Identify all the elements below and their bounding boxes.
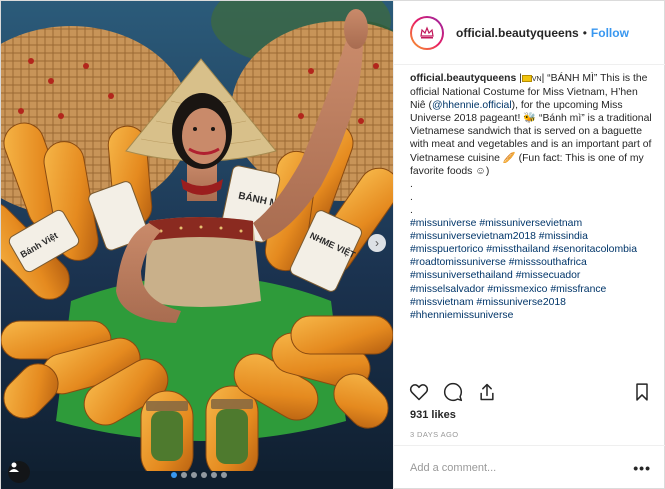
hashtag-link[interactable]: #misspuertorico [410,244,483,255]
header-username[interactable]: official.beautyqueens [456,26,579,40]
person-icon [9,462,19,472]
heart-icon [409,384,429,401]
mention-link[interactable]: @hhennie.official [432,100,512,111]
hashtag-link[interactable]: #misselsalvador [410,284,485,295]
hashtag-link[interactable]: #missmexico [487,284,547,295]
instagram-post: BÁNH MÌ NHME VIỆT Bánh Việt › official.b… [0,0,665,489]
hashtag-link[interactable]: #missuniversevietnam [479,218,582,229]
bookmark-icon [636,383,648,401]
hashtag-link[interactable]: #misssouthafrica [509,257,587,268]
hashtag-link[interactable]: #missuniversevietnam2018 [410,231,536,242]
share-icon [480,383,494,401]
post-photo[interactable]: BÁNH MÌ NHME VIỆT Bánh Việt › [1,1,393,489]
costume-photo-illustration: BÁNH MÌ NHME VIỆT Bánh Việt [1,1,393,489]
save-button[interactable] [631,381,653,403]
more-options-button[interactable]: ••• [633,460,651,476]
hashtag-link[interactable]: #missindia [539,231,588,242]
carousel-indicators [171,472,227,478]
caption-dot-line: . [410,178,413,190]
hashtag-list: #missuniverse #missuniversevietnam #miss… [410,217,656,322]
likes-count[interactable]: 931 likes [410,409,456,421]
hashtag-link[interactable]: #missecuador [516,270,581,281]
carousel-dot [191,472,197,478]
follow-button[interactable]: Follow [591,26,629,40]
beautyqueens-crown-logo-icon [412,17,442,48]
hashtag-link[interactable]: #hhenniemissuniverse [410,310,513,321]
header-separator: • [582,25,587,40]
post-sidebar: official.beautyqueens • Follow official.… [393,1,665,489]
hashtag-link[interactable]: #senoritacolombia [553,244,637,255]
hashtag-link[interactable]: #roadtomissuniverse [410,257,506,268]
hashtag-link[interactable]: #missuniversethailand [410,270,513,281]
avatar[interactable] [410,15,444,50]
caption-dot-line: . [410,191,413,203]
hashtag-link[interactable]: #missuniverse2018 [476,297,566,308]
post-caption: official.beautyqueens | VN| “BÁNH MÌ” Thi… [410,72,656,372]
like-button[interactable] [408,381,430,403]
comment-icon [443,382,463,402]
caption-dot-line: . [410,204,413,216]
comment-bar: ••• [394,445,665,489]
post-timestamp[interactable]: 3 DAYS AGO [410,430,458,439]
caption-body: ), for the upcoming Miss Universe 2018 p… [410,100,652,177]
carousel-dot [211,472,217,478]
carousel-next-button[interactable]: › [368,234,386,252]
carousel-dot [171,472,177,478]
hashtag-link[interactable]: #missuniverse [410,218,476,229]
tagged-users-icon[interactable] [8,461,30,483]
hashtag-link[interactable]: #missfrance [550,284,606,295]
hashtag-link[interactable]: #missvietnam [410,297,474,308]
hashtag-link[interactable]: #missthailand [486,244,550,255]
carousel-dot [181,472,187,478]
comment-input[interactable] [410,462,634,474]
carousel-dot [221,472,227,478]
share-button[interactable] [476,381,498,403]
carousel-dot [201,472,207,478]
post-actions [394,378,665,406]
caption-username[interactable]: official.beautyqueens [410,73,516,84]
vietnam-flag-icon: | VN| [519,73,548,84]
post-header: official.beautyqueens • Follow [394,1,665,65]
comment-button[interactable] [442,381,464,403]
